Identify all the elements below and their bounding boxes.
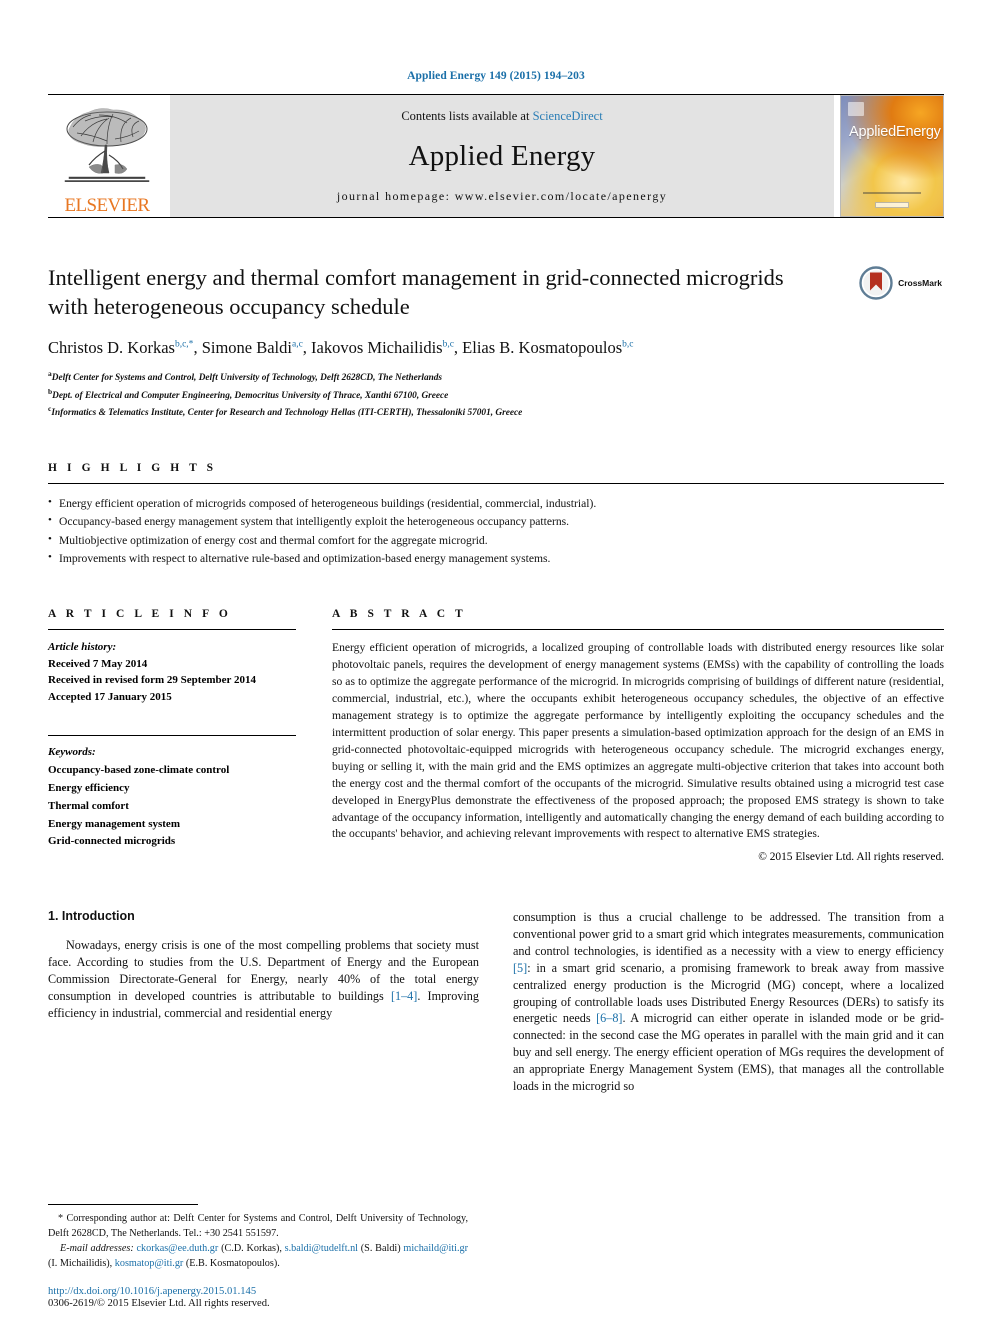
affiliation: aDelft Center for Systems and Control, D… [48, 369, 443, 384]
highlights-section: H I G H L I G H T S Energy efficient ope… [48, 462, 944, 568]
journal-homepage[interactable]: journal homepage: www.elsevier.com/locat… [337, 189, 667, 204]
running-head: Applied Energy 149 (2015) 194–203 [407, 70, 585, 82]
abstract-text: Energy efficient operation of microgrids… [332, 641, 944, 841]
affiliation: bDept. of Electrical and Computer Engine… [48, 386, 449, 401]
crossmark-label: CrossMark [898, 278, 942, 288]
corresponding-author-note: * Corresponding author at: Delft Center … [48, 1213, 468, 1239]
author-affiliation-mark: b,c [622, 339, 634, 350]
masthead-bottom-rule [48, 217, 944, 218]
crossmark-icon [859, 266, 893, 300]
citation-ref[interactable]: [1–4] [391, 989, 417, 1003]
journal-title: Applied Energy [408, 140, 596, 172]
info-abstract-row: A R T I C L E I N F O Article history: R… [48, 608, 944, 863]
contents-prefix: Contents lists available at [401, 109, 533, 123]
highlight-item: Energy efficient operation of microgrids… [48, 494, 944, 513]
article-info-rule [48, 629, 296, 631]
article-history-item: Received in revised form 29 September 20… [48, 674, 256, 687]
cover-footer-marks [841, 184, 943, 208]
section-heading-introduction: 1. Introduction [48, 909, 135, 924]
article-info-column: A R T I C L E I N F O Article history: R… [48, 608, 296, 863]
contents-line: Contents lists available at ScienceDirec… [401, 109, 602, 124]
author-name: Iakovos Michailidis [311, 338, 443, 358]
keyword-item: Grid-connected microgrids [48, 835, 176, 848]
keyword-item: Occupancy-based zone-climate control [48, 764, 230, 777]
title-block: CrossMark Intelligent energy and thermal… [48, 264, 944, 420]
affiliation: cInformatics & Telematics Institute, Cen… [48, 403, 523, 418]
body-column-left: 1. Introduction Nowadays, energy crisis … [48, 909, 479, 1094]
doi-block: http://dx.doi.org/10.1016/j.apenergy.201… [48, 1286, 468, 1309]
body-columns: 1. Introduction Nowadays, energy crisis … [48, 909, 944, 1094]
highlight-item: Multiobjective optimization of energy co… [48, 531, 944, 550]
email-link: ckorkas@ee.duth.gr [136, 1243, 219, 1255]
cover-title-applied: Applied [849, 124, 896, 140]
citation-ref[interactable]: [5] [513, 961, 527, 975]
abstract-rule [332, 629, 944, 631]
author-name: Simone Baldi [201, 338, 292, 358]
highlight-item: Occupancy-based energy management system… [48, 512, 944, 531]
elsevier-wordmark: ELSEVIER [64, 195, 151, 216]
author-list: Christos D. Korkasb,c,*, Simone Baldia,c… [48, 338, 634, 358]
author-affiliation-mark: b,c [442, 339, 454, 350]
author-name: Elias B. Kosmatopoulos [462, 338, 623, 358]
sciencedirect-link[interactable]: ScienceDirect [533, 109, 603, 123]
author-name: Christos D. Korkas [48, 338, 175, 358]
article-history-lines: Received 7 May 2014 Received in revised f… [48, 656, 296, 706]
intro-paragraph-left: Nowadays, energy crisis is one of the mo… [48, 938, 479, 1020]
abstract-column: A B S T R A C T Energy efficient operati… [332, 608, 944, 863]
email-link: michaild@iti.gr [403, 1243, 468, 1255]
keyword-item: Energy efficiency [48, 781, 130, 794]
keywords-block: Keywords: Occupancy-based zone-climate c… [48, 744, 296, 851]
journal-masthead: ELSEVIER Contents lists available at Sci… [48, 95, 944, 217]
footnote-block: * Corresponding author at: Delft Center … [48, 1204, 468, 1271]
keyword-item: Energy management system [48, 817, 180, 830]
paper-page: Applied Energy 149 (2015) 194–203 ELSEVI… [0, 0, 992, 1323]
cover-elsevier-icon [848, 102, 864, 116]
doi-link[interactable]: http://dx.doi.org/10.1016/j.apenergy.201… [48, 1286, 468, 1297]
issn-copyright: 0306-2619/© 2015 Elsevier Ltd. All right… [48, 1298, 270, 1309]
affiliation-list: aDelft Center for Systems and Control, D… [48, 368, 944, 420]
highlights-list: Energy efficient operation of microgrids… [48, 494, 944, 568]
keyword-item: Thermal comfort [48, 799, 129, 812]
email-link: kosmatop@iti.gr [114, 1257, 184, 1269]
article-history-block: Article history: Received 7 May 2014 Rece… [48, 639, 296, 705]
highlights-heading: H I G H L I G H T S [48, 462, 217, 475]
elsevier-tree-icon [64, 108, 150, 182]
abstract-copyright: © 2015 Elsevier Ltd. All rights reserved… [758, 851, 944, 864]
body-column-right: consumption is thus a crucial challenge … [513, 909, 944, 1094]
footnote-rule [48, 1204, 198, 1206]
intro-paragraph-right: consumption is thus a crucial challenge … [513, 910, 944, 1093]
masthead-center: Contents lists available at ScienceDirec… [170, 95, 834, 217]
highlight-item: Improvements with respect to alternative… [48, 549, 944, 568]
author-affiliation-mark: b,c,* [174, 339, 194, 350]
keywords-lines: Occupancy-based zone-climate control Ener… [48, 762, 296, 851]
elsevier-logo: ELSEVIER [48, 95, 166, 217]
cover-title: AppliedEnergy [849, 124, 941, 140]
article-history-label: Article history: [48, 641, 117, 654]
page-title: Intelligent energy and thermal comfort m… [48, 265, 784, 319]
corresponding-marker: * [58, 1213, 64, 1225]
abstract-heading: A B S T R A C T [332, 608, 467, 621]
crossmark-badge[interactable]: CrossMark [859, 266, 942, 300]
citation-ref[interactable]: [6–8] [596, 1011, 622, 1025]
keywords-rule [48, 735, 296, 737]
cover-title-energy: Energy [895, 124, 941, 140]
journal-cover-thumbnail: AppliedEnergy [840, 95, 944, 217]
article-info-heading: A R T I C L E I N F O [48, 608, 232, 621]
email-label: E-mail addresses: [60, 1243, 137, 1255]
email-link: s.baldi@tudelft.nl [284, 1243, 358, 1255]
author-affiliation-mark: a,c [291, 339, 303, 350]
email-addresses-note: E-mail addresses: ckorkas@ee.duth.gr (C.… [48, 1243, 468, 1269]
article-history-item: Accepted 17 January 2015 [48, 690, 172, 703]
keywords-label: Keywords: [48, 746, 96, 759]
article-history-item: Received 7 May 2014 [48, 657, 148, 670]
highlights-rule [48, 483, 944, 485]
